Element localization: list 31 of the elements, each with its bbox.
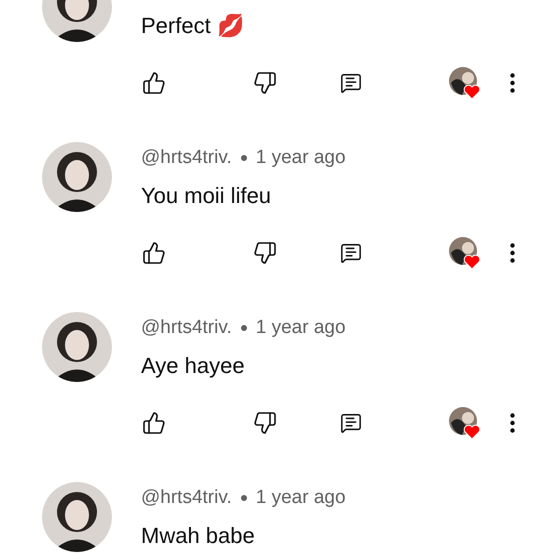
comment-time: 1 year ago (256, 146, 346, 170)
comment-author[interactable]: @hrts4triv. (141, 314, 232, 342)
comment-text: Mwah babe (141, 522, 255, 550)
comment-author[interactable]: @hrts4triv. (141, 144, 232, 172)
comment-text: Perfect 💋 (141, 12, 244, 40)
more-icon (510, 243, 514, 263)
comment-text: You moii lifeu (141, 182, 272, 210)
dislike-button[interactable] (252, 240, 278, 266)
reply-icon (340, 242, 362, 264)
dislike-button[interactable] (252, 410, 278, 436)
more-icon (510, 73, 514, 93)
thumbs-up-icon (142, 71, 166, 95)
bullet-icon (240, 155, 247, 161)
comment-time: 1 year ago (256, 316, 346, 340)
thumbs-up-icon (142, 411, 166, 435)
reply-icon (340, 412, 362, 434)
comment-text: Aye hayee (141, 352, 245, 380)
dislike-button[interactable] (252, 70, 278, 96)
comment-author[interactable]: @hrts4triv. (141, 484, 232, 512)
bullet-icon (240, 325, 247, 331)
like-button[interactable] (141, 70, 167, 96)
reply-icon (340, 72, 362, 94)
more-icon (510, 413, 514, 433)
comment-time: 1 year ago (256, 486, 346, 510)
thumbs-up-icon (142, 241, 166, 265)
like-button[interactable] (141, 410, 167, 436)
bullet-icon (240, 495, 247, 501)
like-button[interactable] (141, 240, 167, 266)
thumbs-down-icon (253, 71, 277, 95)
thumbs-down-icon (253, 411, 277, 435)
thumbs-down-icon (253, 241, 277, 265)
